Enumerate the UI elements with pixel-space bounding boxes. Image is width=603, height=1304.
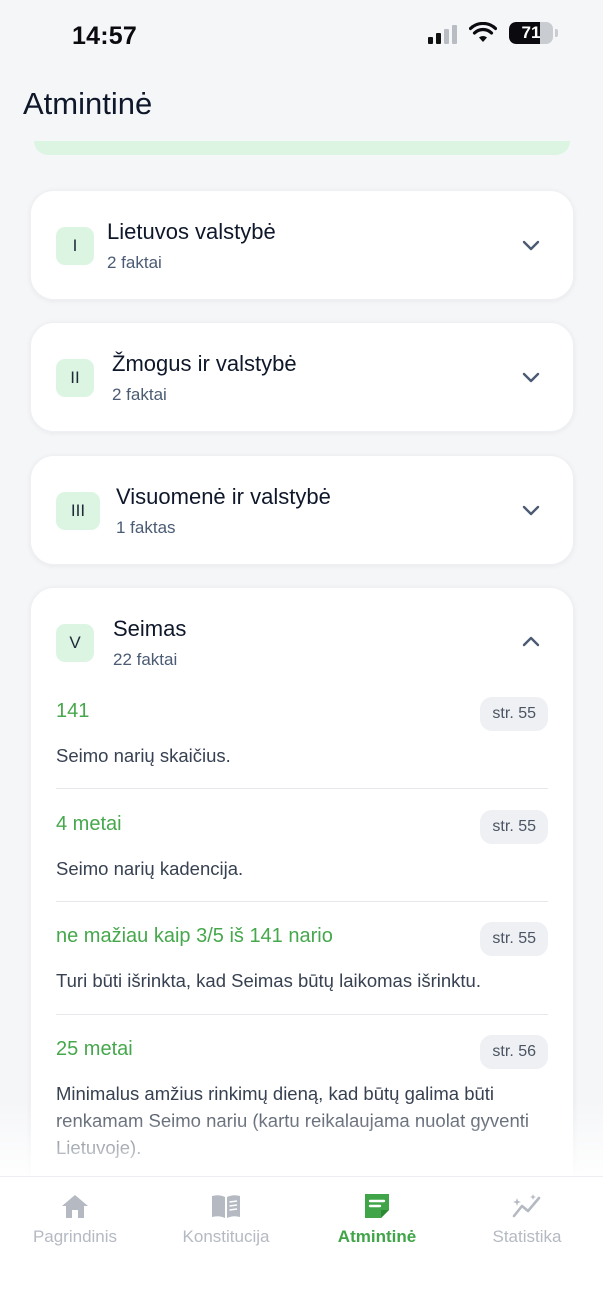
tab-atmintine[interactable]: Atmintinė <box>302 1191 452 1247</box>
section-header[interactable]: I Lietuvos valstybė 2 faktai <box>31 191 573 301</box>
fact-divider <box>56 788 548 789</box>
status-time: 14:57 <box>72 22 137 50</box>
bottom-tab-bar: Pagrindinis Konstitucija Atmintinė Stati… <box>0 1176 603 1304</box>
fact-divider <box>56 901 548 902</box>
article-reference-tag: str. 55 <box>480 922 548 956</box>
scroll-fade <box>0 1100 603 1178</box>
note-icon <box>365 1194 389 1218</box>
status-icons: 71 <box>428 22 558 44</box>
page-title: Atmintinė <box>23 86 153 121</box>
home-icon <box>62 1195 88 1218</box>
section-fact-count: 1 faktas <box>116 518 176 537</box>
section-card-lietuvos-valstybe[interactable]: I Lietuvos valstybė 2 faktai <box>30 190 574 300</box>
section-title: Visuomenė ir valstybė <box>116 484 331 509</box>
section-roman-badge: II <box>56 359 94 397</box>
fact-value: ne mažiau kaip 3/5 iš 141 nario <box>56 925 333 947</box>
section-header[interactable]: V Seimas 22 faktai <box>31 588 573 698</box>
cellular-signal-icon <box>428 22 457 44</box>
tab-label: Konstitucija <box>182 1227 270 1246</box>
tab-konstitucija[interactable]: Konstitucija <box>151 1191 301 1247</box>
section-title: Lietuvos valstybė <box>107 219 276 244</box>
chevron-down-icon[interactable] <box>521 370 541 384</box>
fact-item: ne mažiau kaip 3/5 iš 141 nario str. 55 … <box>56 922 548 995</box>
summary-card-edge <box>34 141 570 155</box>
wifi-icon <box>469 22 497 42</box>
section-card-visuomene-ir-valstybe[interactable]: III Visuomenė ir valstybė 1 faktas <box>30 455 574 565</box>
battery-nub <box>555 29 558 37</box>
section-header[interactable]: II Žmogus ir valstybė 2 faktai <box>31 323 573 433</box>
battery-percent: 71 <box>521 23 541 42</box>
tab-label: Pagrindinis <box>32 1227 118 1246</box>
section-title: Seimas <box>113 616 187 641</box>
fact-divider <box>56 1014 548 1015</box>
chart-icon <box>512 1194 541 1218</box>
tab-statistika[interactable]: Statistika <box>452 1191 602 1247</box>
section-roman-badge: III <box>56 492 100 530</box>
chevron-down-icon[interactable] <box>521 238 541 252</box>
fact-item: 141 str. 55 Seimo narių skaičius. <box>56 697 548 770</box>
section-roman-badge: V <box>56 624 94 662</box>
tab-pagrindinis[interactable]: Pagrindinis <box>0 1191 150 1247</box>
fact-item: 4 metai str. 55 Seimo narių kadencija. <box>56 810 548 883</box>
chevron-down-icon[interactable] <box>521 503 541 517</box>
section-header[interactable]: III Visuomenė ir valstybė 1 faktas <box>31 456 573 566</box>
chevron-up-icon[interactable] <box>521 635 541 649</box>
fact-value: 4 metai <box>56 813 122 835</box>
tab-label: Statistika <box>492 1227 562 1246</box>
tab-label: Atmintinė <box>337 1227 417 1246</box>
article-reference-tag: str. 55 <box>480 697 548 731</box>
section-title: Žmogus ir valstybė <box>112 351 297 376</box>
section-fact-count: 2 faktai <box>112 385 167 404</box>
section-card-zmogus-ir-valstybe[interactable]: II Žmogus ir valstybė 2 faktai <box>30 322 574 432</box>
fact-description: Seimo narių skaičius. <box>56 745 231 766</box>
fact-value: 25 metai <box>56 1038 133 1060</box>
fact-value: 141 <box>56 700 90 722</box>
battery-icon: 71 <box>509 22 553 44</box>
fact-description: Turi būti išrinkta, kad Seimas būtų laik… <box>56 970 481 991</box>
book-icon <box>212 1195 240 1218</box>
article-reference-tag: str. 55 <box>480 810 548 844</box>
section-fact-count: 22 faktai <box>113 650 178 669</box>
fact-description: Seimo narių kadencija. <box>56 858 244 879</box>
status-bar: 14:57 71 <box>0 0 603 72</box>
section-fact-count: 2 faktai <box>107 253 162 272</box>
article-reference-tag: str. 56 <box>480 1035 548 1069</box>
section-roman-badge: I <box>56 227 94 265</box>
